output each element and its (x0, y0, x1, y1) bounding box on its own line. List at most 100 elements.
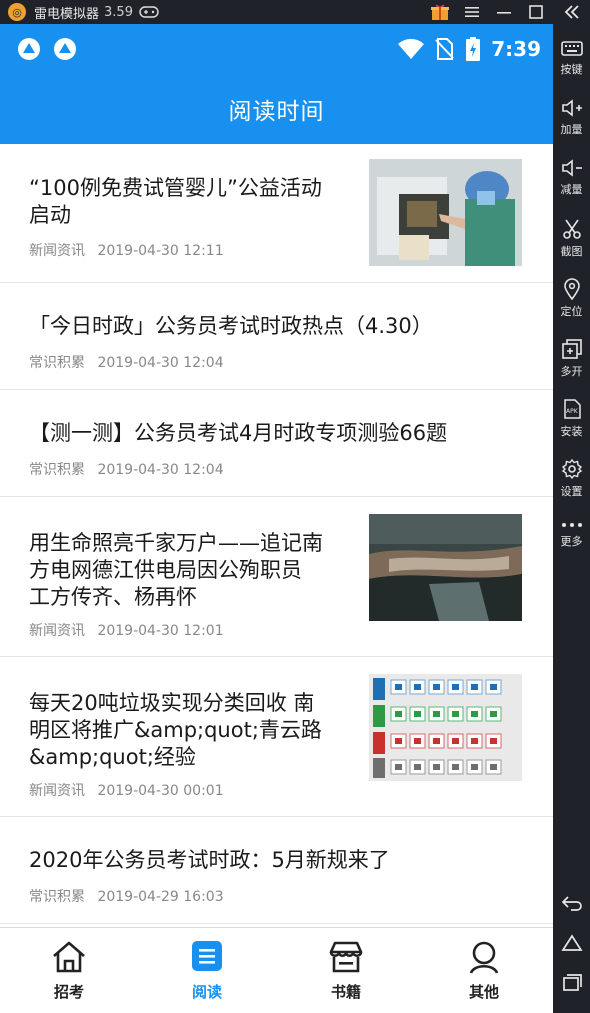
sidebar-settings[interactable]: 设置 (553, 458, 590, 499)
gift-icon[interactable] (424, 0, 456, 24)
nav-label: 其他 (468, 983, 499, 1001)
sidebar-apk-install[interactable]: APK 安装 (553, 398, 590, 439)
volume-down-icon (561, 159, 582, 177)
article-title: 「今日时政」公务员考试时政热点（4.30） (29, 313, 433, 340)
emulator-titlebar: ◎ 雷电模拟器 3.59 (0, 0, 590, 24)
emulator-version: 3.59 (104, 4, 133, 20)
sidebar-label-screenshot: 截图 (560, 245, 583, 258)
scissors-icon (562, 219, 581, 239)
emulator-title: 雷电模拟器 (34, 6, 100, 22)
keyboard-icon (560, 41, 583, 56)
article-thumbnail (369, 514, 522, 621)
no-sim-icon (435, 38, 454, 60)
article-category: 常识积累 (29, 355, 85, 371)
article-title-line: 明区将推广&amp;quot;青云路 (29, 718, 322, 742)
article-item[interactable]: 用生命照亮千家万户——追记南 方电网德江供电局因公殉职员 工方传齐、杨再怀 新闻… (0, 497, 553, 657)
article-item[interactable]: 2020年公务员考试时政：5月新规来了 常识积累 2019-04-29 16:0… (0, 817, 553, 924)
article-title-line: 【测一测】公务员考试4月时政专项测验66题 (29, 421, 448, 445)
article-title-line: 工方传齐、杨再怀 (29, 585, 197, 609)
article-title-line: 启动 (29, 203, 71, 227)
article-datetime: 2019-04-30 12:04 (97, 462, 224, 478)
sidebar-location[interactable]: 定位 (553, 278, 590, 319)
sidebar-label-settings: 设置 (560, 485, 583, 498)
article-title: 每天20吨垃圾实现分类回收 南 明区将推广&amp;quot;青云路 &amp;… (29, 690, 322, 771)
article-title-line: &amp;quot;经验 (29, 745, 196, 769)
article-meta: 新闻资讯 2019-04-30 12:11 (29, 240, 232, 260)
minimize-icon[interactable] (488, 0, 520, 24)
status-time: 7:39 (491, 37, 541, 61)
article-item[interactable]: “100例免费试管婴儿”公益活动 启动 新闻资讯 2019-04-30 12:1… (0, 144, 553, 283)
volume-up-icon (561, 99, 582, 117)
nav-tab-reading[interactable]: 阅读 (138, 928, 276, 1013)
store-icon (329, 941, 363, 973)
maximize-icon[interactable] (520, 0, 552, 24)
app-notification-icon (54, 38, 76, 60)
sidebar-label-apk-install: 安装 (560, 425, 583, 438)
nav-tab-books[interactable]: 书籍 (277, 928, 415, 1013)
nav-label: 阅读 (191, 983, 222, 1001)
wifi-icon (398, 38, 425, 59)
article-category: 新闻资讯 (29, 623, 85, 639)
sidebar-volume-up[interactable]: 加量 (553, 98, 590, 137)
recent-apps-icon[interactable] (553, 972, 590, 992)
nav-tab-recruitment[interactable]: 招考 (0, 928, 138, 1013)
gamepad-icon[interactable] (139, 6, 159, 18)
lab-photo (369, 159, 522, 266)
sidebar-screenshot[interactable]: 截图 (553, 218, 590, 259)
article-item[interactable]: 每天20吨垃圾实现分类回收 南 明区将推广&amp;quot;青云路 &amp;… (0, 657, 553, 817)
article-thumbnail (369, 674, 522, 781)
page-title: 阅读时间 (228, 99, 325, 125)
app-bar: 阅读时间 (0, 74, 553, 144)
collapse-sidebar-icon[interactable] (553, 2, 590, 22)
sidebar-label-volume-up: 加量 (560, 123, 583, 136)
article-title-line: 「今日时政」公务员考试时政热点（4.30） (29, 314, 433, 338)
back-icon[interactable] (553, 893, 590, 913)
more-icon (561, 523, 582, 527)
location-icon (563, 278, 580, 300)
emulator-logo-icon: ◎ (8, 3, 26, 21)
home-icon (53, 941, 85, 973)
article-title: “100例免费试管婴儿”公益活动 启动 (29, 175, 322, 229)
article-category: 常识积累 (29, 462, 85, 478)
article-title-line: 2020年公务员考试时政：5月新规来了 (29, 848, 390, 872)
menu-icon[interactable] (456, 0, 488, 24)
sidebar-multi-open[interactable]: 多开 (553, 338, 590, 379)
app-notification-icon (18, 38, 40, 60)
article-datetime: 2019-04-30 00:01 (97, 783, 224, 799)
article-meta: 常识积累 2019-04-29 16:03 (29, 886, 232, 906)
reading-icon (192, 941, 222, 971)
battery-charging-icon (466, 37, 481, 61)
home-system-icon[interactable] (553, 933, 590, 953)
sidebar-more[interactable]: 更多 (553, 520, 590, 549)
article-meta: 常识积累 2019-04-30 12:04 (29, 459, 232, 479)
article-thumbnail (369, 159, 522, 266)
phone-screen: 7:39 阅读时间 “100例免费试管婴儿”公益活动 启动 新闻资讯 2019-… (0, 24, 553, 1013)
bottom-navigation: 招考 阅读 书籍 其他 (0, 927, 553, 1013)
nav-tab-other[interactable]: 其他 (415, 928, 553, 1013)
article-title-line: 用生命照亮千家万户——追记南 (29, 531, 323, 555)
nav-label: 招考 (53, 983, 84, 1001)
article-title: 【测一测】公务员考试4月时政专项测验66题 (29, 420, 447, 447)
emulator-sidebar: 按键 加量 减量 截图 定位 多开 APK 安装 设置 更多 (553, 0, 590, 1013)
article-category: 常识积累 (29, 889, 85, 905)
article-datetime: 2019-04-30 12:01 (97, 623, 224, 639)
garbage-chart (369, 674, 522, 781)
article-title-line: 方电网德江供电局因公殉职员 (29, 558, 302, 582)
article-title-line: 每天20吨垃圾实现分类回收 南 (29, 691, 315, 715)
nav-label: 书籍 (330, 983, 361, 1001)
article-title-line: “100例免费试管婴儿”公益活动 (29, 176, 322, 200)
article-datetime: 2019-04-29 16:03 (97, 889, 224, 905)
sidebar-keyboard[interactable]: 按键 (553, 40, 590, 77)
sidebar-label-multi-open: 多开 (560, 365, 583, 378)
article-meta: 常识积累 2019-04-30 12:04 (29, 352, 232, 372)
sidebar-label-volume-down: 减量 (560, 183, 583, 196)
article-meta: 新闻资讯 2019-04-30 00:01 (29, 780, 232, 800)
sidebar-label-location: 定位 (560, 305, 583, 318)
article-item[interactable]: 「今日时政」公务员考试时政热点（4.30） 常识积累 2019-04-30 12… (0, 283, 553, 390)
article-meta: 新闻资讯 2019-04-30 12:01 (29, 620, 232, 640)
sidebar-volume-down[interactable]: 减量 (553, 158, 590, 197)
article-item[interactable]: 【测一测】公务员考试4月时政专项测验66题 常识积累 2019-04-30 12… (0, 390, 553, 497)
user-icon (469, 941, 499, 974)
article-title: 用生命照亮千家万户——追记南 方电网德江供电局因公殉职员 工方传齐、杨再怀 (29, 530, 323, 611)
settings-icon (561, 458, 582, 480)
